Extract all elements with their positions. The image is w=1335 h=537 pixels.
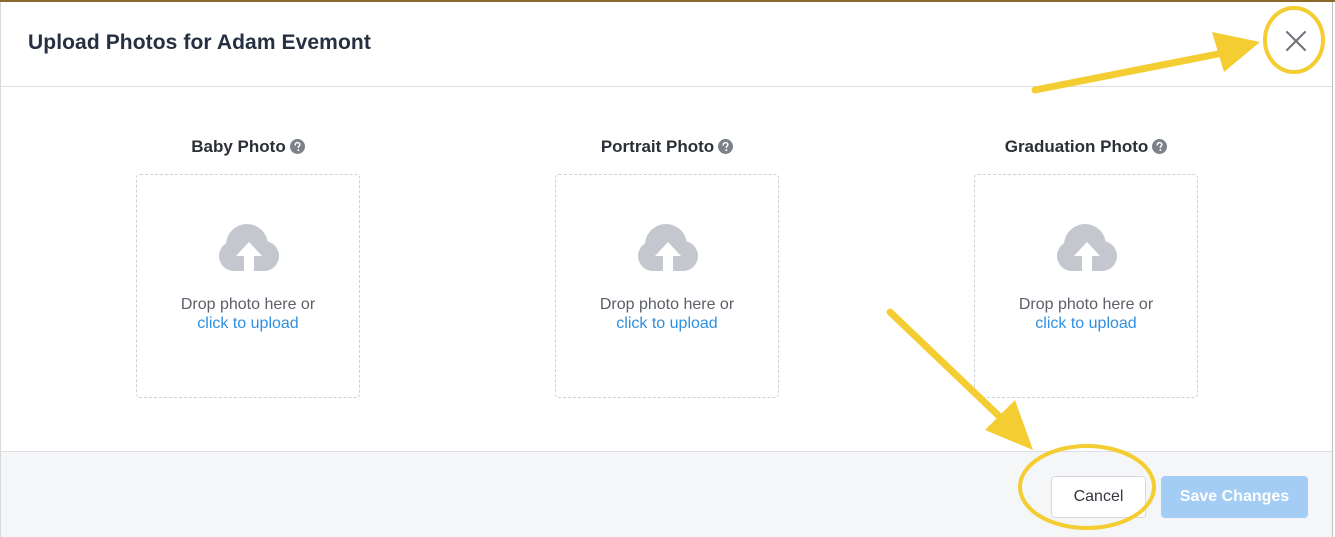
baby-photo-dropzone[interactable]: Drop photo here or click to upload	[136, 174, 360, 398]
baby-photo-label: Baby Photo	[136, 137, 360, 159]
portrait-photo-dropzone[interactable]: Drop photo here or click to upload	[555, 174, 779, 398]
question-circle-icon[interactable]	[289, 139, 305, 159]
modal-title: Upload Photos for Adam Evemont	[28, 31, 371, 54]
drop-instruction: Drop photo here or	[1018, 296, 1154, 313]
graduation-photo-drop-text: Drop photo here or click to upload	[975, 295, 1197, 333]
modal-footer: Cancel Save Changes	[1, 451, 1332, 537]
save-changes-button[interactable]: Save Changes	[1161, 476, 1308, 518]
graduation-photo-label-text: Graduation Photo	[1004, 137, 1149, 156]
modal-header: Upload Photos for Adam Evemont	[1, 2, 1332, 87]
baby-photo-drop-text: Drop photo here or click to upload	[137, 295, 359, 333]
portrait-photo-label-text: Portrait Photo	[600, 137, 715, 156]
cloud-upload-icon	[638, 224, 698, 275]
question-circle-icon[interactable]	[718, 139, 734, 159]
question-circle-icon[interactable]	[1152, 139, 1168, 159]
cloud-upload-icon	[1057, 224, 1117, 275]
modal-body: Baby Photo Drop photo here or click to u…	[1, 87, 1332, 451]
baby-photo-label-text: Baby Photo	[191, 137, 286, 156]
close-button[interactable]	[1280, 25, 1312, 57]
graduation-photo-label: Graduation Photo	[974, 137, 1198, 159]
graduation-photo-dropzone[interactable]: Drop photo here or click to upload	[974, 174, 1198, 398]
cloud-upload-icon	[219, 224, 279, 275]
drop-instruction: Drop photo here or	[599, 296, 735, 313]
cancel-button[interactable]: Cancel	[1051, 476, 1146, 518]
close-icon	[1286, 31, 1306, 51]
upload-photos-modal: Upload Photos for Adam Evemont Baby Phot…	[0, 2, 1333, 537]
drop-instruction: Drop photo here or	[180, 296, 316, 313]
click-to-upload-link[interactable]: click to upload	[556, 314, 778, 333]
click-to-upload-link[interactable]: click to upload	[137, 314, 359, 333]
portrait-photo-drop-text: Drop photo here or click to upload	[556, 295, 778, 333]
portrait-photo-label: Portrait Photo	[555, 137, 779, 159]
click-to-upload-link[interactable]: click to upload	[975, 314, 1197, 333]
